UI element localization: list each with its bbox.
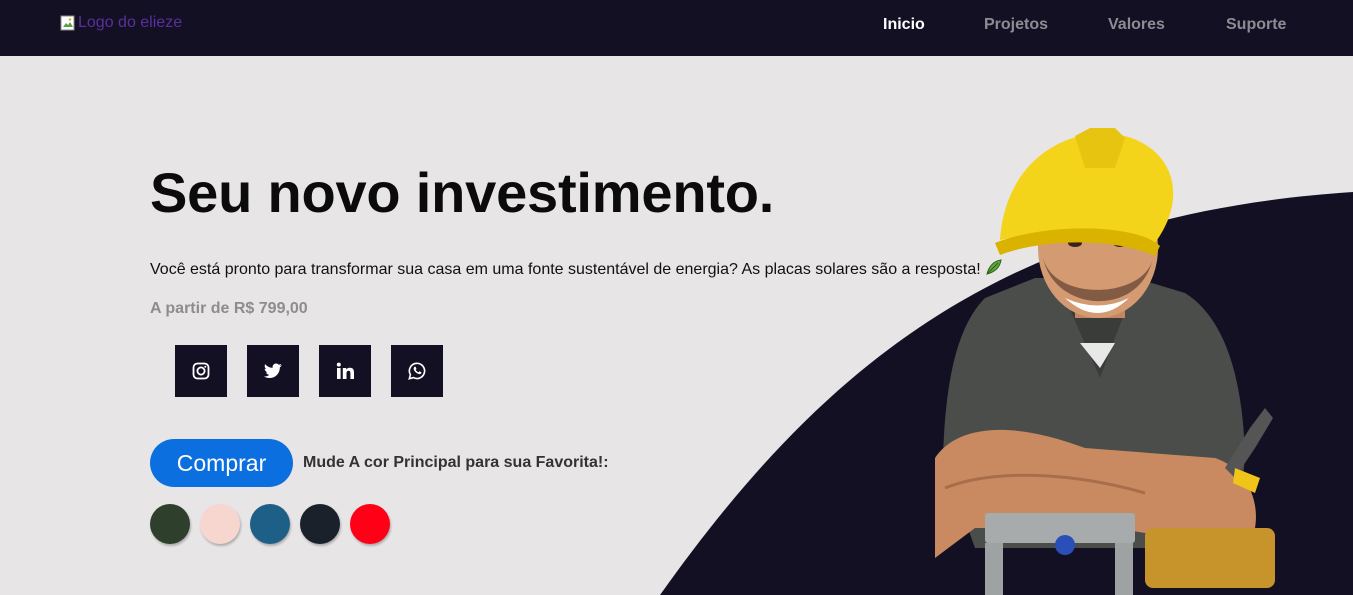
worker-illustration bbox=[935, 128, 1275, 595]
whatsapp-button[interactable] bbox=[391, 345, 443, 397]
nav-link-valores[interactable]: Valores bbox=[1108, 16, 1165, 34]
buy-button[interactable]: Comprar bbox=[150, 439, 293, 487]
instagram-button[interactable] bbox=[175, 345, 227, 397]
color-picker-label: Mude A cor Principal para sua Favorita!: bbox=[303, 454, 609, 471]
nav-link-inicio[interactable]: Inicio bbox=[883, 16, 925, 34]
linkedin-icon bbox=[336, 362, 354, 379]
twitter-icon bbox=[264, 363, 282, 379]
twitter-button[interactable] bbox=[247, 345, 299, 397]
color-swatch-charcoal[interactable] bbox=[300, 504, 340, 544]
hero-subtitle: Você está pronto para transformar sua ca… bbox=[150, 258, 1003, 279]
color-swatches bbox=[150, 504, 390, 544]
leaf-icon bbox=[986, 259, 1002, 275]
logo-alt-text: Logo do elieze bbox=[78, 14, 183, 31]
color-swatch-steel-blue[interactable] bbox=[250, 504, 290, 544]
hero-subtitle-text: Você está pronto para transformar sua ca… bbox=[150, 261, 981, 278]
top-navbar: Logo do elieze Inicio Projetos Valores S… bbox=[0, 0, 1353, 56]
color-swatch-red[interactable] bbox=[350, 504, 390, 544]
logo[interactable]: Logo do elieze bbox=[60, 13, 182, 33]
whatsapp-icon bbox=[408, 362, 426, 380]
instagram-icon bbox=[192, 362, 210, 380]
hero-title: Seu novo investimento. bbox=[150, 161, 775, 224]
social-links bbox=[175, 345, 443, 397]
nav-link-suporte[interactable]: Suporte bbox=[1226, 16, 1286, 34]
linkedin-button[interactable] bbox=[319, 345, 371, 397]
color-swatch-dark-green[interactable] bbox=[150, 504, 190, 544]
broken-image-icon bbox=[60, 15, 75, 31]
nav-link-projetos[interactable]: Projetos bbox=[984, 16, 1048, 34]
color-swatch-light-pink[interactable] bbox=[200, 504, 240, 544]
price-text: A partir de R$ 799,00 bbox=[150, 300, 308, 317]
